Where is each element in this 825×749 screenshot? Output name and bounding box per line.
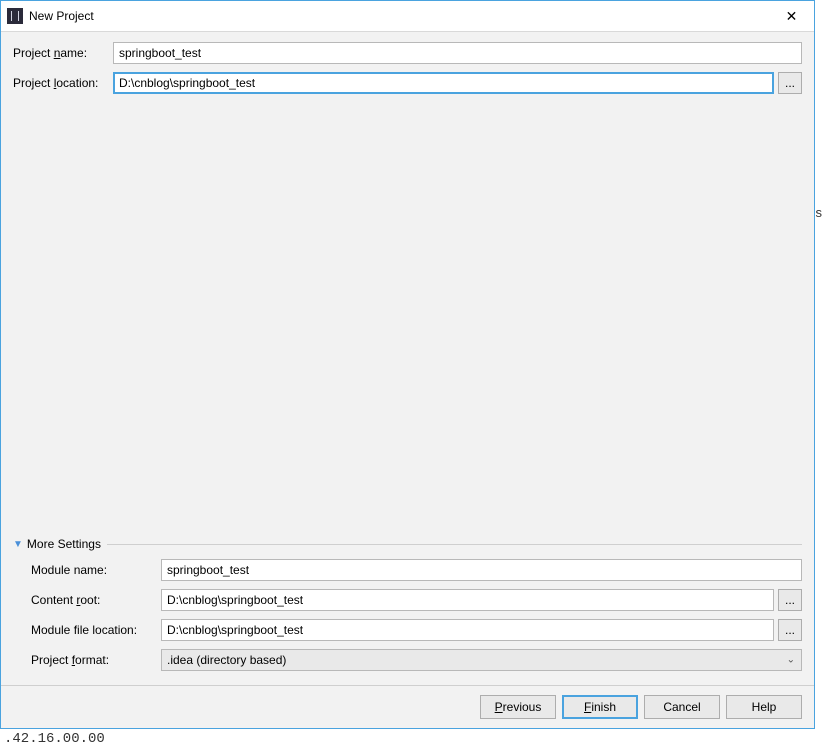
triangle-down-icon: ▼: [13, 539, 23, 550]
background-fragment-below: .42.16.00.00: [0, 729, 825, 749]
help-button[interactable]: Help: [726, 695, 802, 719]
module-file-row: Module file location: ...: [13, 619, 802, 641]
project-format-row: Project format: .idea (directory based) …: [13, 649, 802, 671]
content-root-input[interactable]: [161, 589, 774, 611]
cancel-button[interactable]: Cancel: [644, 695, 720, 719]
project-format-combo[interactable]: .idea (directory based) ⌄: [161, 649, 802, 671]
module-name-row: Module name:: [13, 559, 802, 581]
divider: [107, 544, 802, 545]
project-name-input[interactable]: [113, 42, 802, 64]
project-name-label: Project name:: [13, 46, 113, 60]
dialog-body: Project name: Project location: ... ▼ Mo…: [1, 32, 814, 685]
module-name-input[interactable]: [161, 559, 802, 581]
project-location-label: Project location:: [13, 76, 113, 90]
content-root-row: Content root: ...: [13, 589, 802, 611]
project-location-input[interactable]: [113, 72, 774, 94]
module-name-label: Module name:: [13, 563, 161, 577]
module-file-browse-button[interactable]: ...: [778, 619, 802, 641]
spacer: [13, 102, 802, 537]
project-name-row: Project name:: [13, 42, 802, 64]
new-project-dialog: New Project ✕ Project name: Project loca…: [0, 0, 815, 729]
content-root-label: Content root:: [13, 593, 161, 607]
project-format-value: .idea (directory based): [167, 653, 286, 667]
chevron-down-icon: ⌄: [787, 655, 795, 666]
window-title: New Project: [29, 9, 769, 23]
titlebar: New Project ✕: [1, 1, 814, 32]
module-file-input[interactable]: [161, 619, 774, 641]
module-file-label: Module file location:: [13, 623, 161, 637]
app-icon: [7, 8, 23, 24]
more-settings-label: More Settings: [27, 537, 101, 551]
content-root-browse-button[interactable]: ...: [778, 589, 802, 611]
finish-button[interactable]: Finish: [562, 695, 638, 719]
previous-button[interactable]: Previous: [480, 695, 556, 719]
footer: Previous Finish Cancel Help: [1, 685, 814, 728]
project-location-row: Project location: ...: [13, 72, 802, 94]
project-location-browse-button[interactable]: ...: [778, 72, 802, 94]
close-icon[interactable]: ✕: [769, 1, 814, 31]
more-settings-toggle[interactable]: ▼ More Settings: [13, 537, 802, 551]
background-fragment-right: s: [816, 205, 823, 220]
project-format-label: Project format:: [13, 653, 161, 667]
